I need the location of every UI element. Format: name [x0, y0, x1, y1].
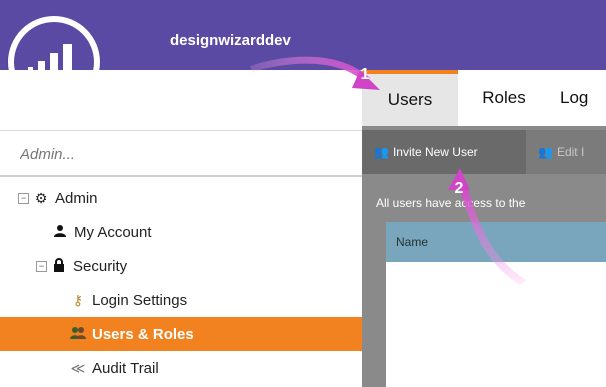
step-1-label: 1	[360, 66, 370, 83]
annotation-arrows	[250, 56, 526, 285]
arrow-1	[250, 56, 370, 80]
arrow-2	[458, 184, 526, 285]
step-2-label: 2	[454, 180, 464, 197]
